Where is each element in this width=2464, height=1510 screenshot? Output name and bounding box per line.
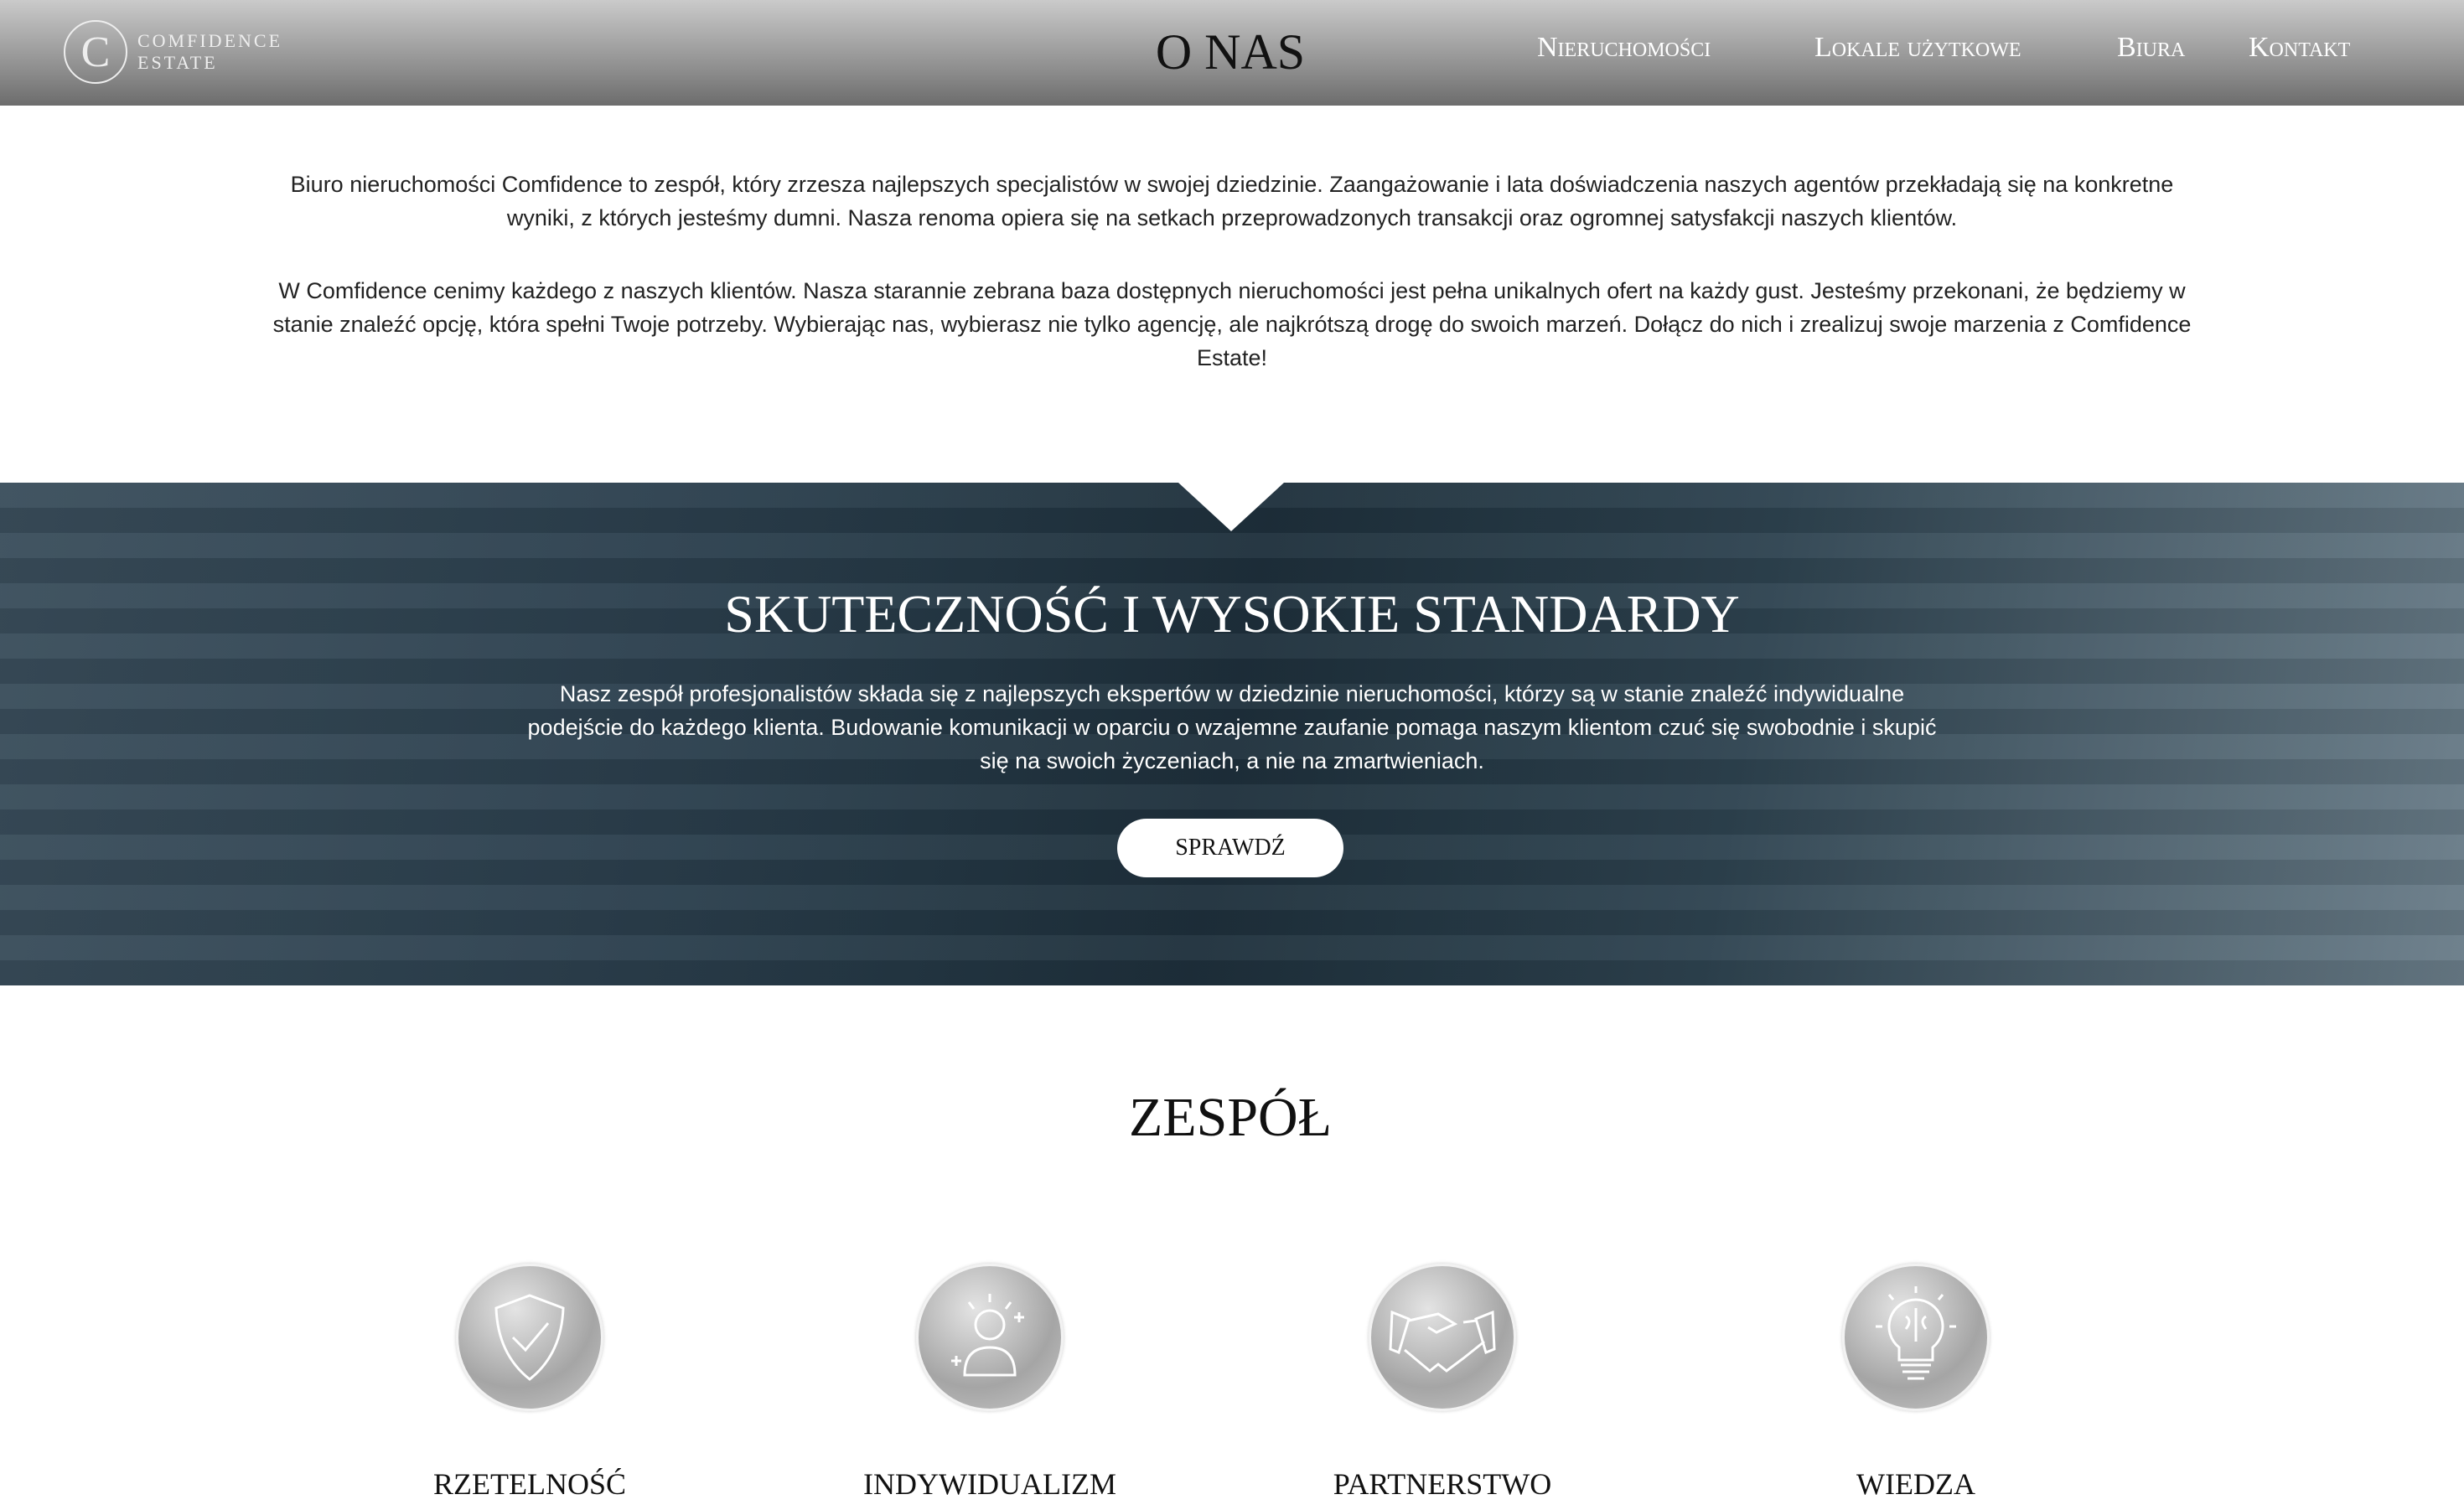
page-title: O NAS [1155, 24, 1306, 80]
person-sparkle-icon [916, 1264, 1064, 1411]
nav-nieruchomosci[interactable]: Nieruchomości [1537, 32, 1711, 64]
banner-notch [1178, 483, 1284, 531]
handshake-icon [1369, 1264, 1516, 1411]
standards-banner: SKUTECZNOŚĆ I WYSOKIE STANDARDY Nasz zes… [0, 483, 2464, 985]
team-heading: ZESPÓŁ [1128, 1087, 1333, 1148]
value-item: PARTNERSTWO [1275, 1264, 1610, 1502]
value-item: INDYWIDUALIZM [822, 1264, 1157, 1502]
value-label: WIEDZA [1856, 1467, 1975, 1501]
check-button[interactable]: SPRAWDŹ [1117, 819, 1343, 877]
banner-heading: SKUTECZNOŚĆ I WYSOKIE STANDARDY [724, 584, 1740, 644]
nav-kontakt[interactable]: Kontakt [2249, 32, 2350, 64]
banner-text: Nasz zespół profesjonalistów składa się … [527, 681, 1937, 773]
lightbulb-brain-icon [1842, 1264, 1990, 1411]
site-header: C COMFIDENCE ESTATE O NAS Nieruchomości L… [0, 0, 2464, 106]
value-label: PARTNERSTWO [1333, 1467, 1552, 1501]
shield-check-icon [456, 1264, 603, 1411]
nav-lokale-uzytkowe[interactable]: Lokale użytkowe [1814, 32, 2021, 64]
intro-paragraph-1: Biuro nieruchomości Comfidence to zespół… [290, 172, 2174, 230]
intro-paragraph-2: W Comfidence cenimy każdego z naszych kl… [272, 278, 2192, 370]
value-item: WIEDZA [1748, 1264, 2084, 1502]
value-item: RZETELNOŚĆ [362, 1264, 697, 1502]
value-label: INDYWIDUALIZM [863, 1467, 1116, 1501]
value-label: RZETELNOŚĆ [433, 1467, 626, 1501]
nav-biura[interactable]: Biura [2117, 32, 2185, 64]
